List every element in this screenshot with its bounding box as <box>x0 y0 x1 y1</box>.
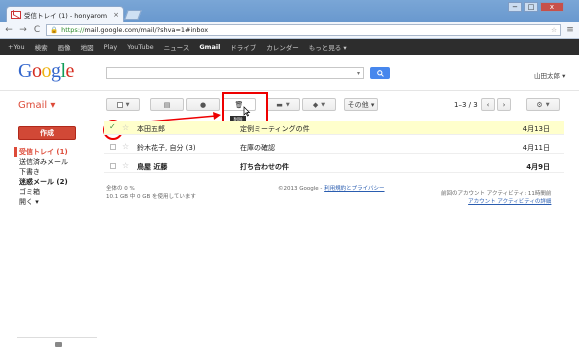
message-sender: 本田五郎 <box>137 125 165 133</box>
chevron-down-icon: ▼ <box>125 101 130 108</box>
message-date: 4月13日 <box>522 125 550 133</box>
chevron-down-icon: ▼ <box>285 101 290 108</box>
gbar-item[interactable]: ニュース <box>164 42 190 52</box>
chat-icon[interactable] <box>55 342 62 347</box>
activity-details-link[interactable]: アカウント アクティビティの詳細 <box>441 197 551 205</box>
storage-usage: 全体の 0 % 10.1 GB 中 0 GB を使用しています <box>106 186 196 200</box>
sidebar-item-inbox[interactable]: 受信トレイ (1) <box>14 147 97 157</box>
star-icon[interactable]: ☆ <box>122 123 129 132</box>
message-row[interactable]: ☆ 鈴木花子, 自分 (3) 在庫の確認 4月11日 <box>104 140 564 154</box>
checkbox-icon <box>116 101 123 108</box>
sidebar-item-more[interactable]: 開く ▾ <box>17 197 97 207</box>
gmail-menu[interactable]: Gmail ▾ <box>18 100 55 111</box>
star-icon[interactable]: ☆ <box>122 161 129 170</box>
more-button[interactable]: その他 ▾ <box>344 98 378 111</box>
gbar-item[interactable]: Play <box>104 43 118 51</box>
menu-icon[interactable]: ≡ <box>565 25 575 35</box>
minimize-button[interactable]: − <box>508 2 522 12</box>
sidebar-item-drafts[interactable]: 下書き <box>17 167 97 177</box>
chevron-down-icon: ▼ <box>321 101 326 108</box>
bookmark-star-icon[interactable]: ☆ <box>551 26 557 34</box>
search-icon <box>376 69 384 77</box>
message-row[interactable]: ✓ ☆ 本田五郎 定例ミーティングの件 4月13日 <box>104 121 564 135</box>
gbar-item[interactable]: カレンダー <box>266 42 299 52</box>
move-to-button[interactable]: ▬ ▼ <box>266 98 300 111</box>
reload-icon[interactable]: C <box>32 25 42 35</box>
url-text: mail.google.com/mail/?shva=1#inbox <box>84 26 209 34</box>
compose-button[interactable]: 作成 <box>18 126 76 140</box>
gmail-favicon-icon <box>11 10 21 19</box>
account-activity: 前回のアカウント アクティビティ: 11時間前 アカウント アクティビティの詳細 <box>441 191 552 205</box>
search-input[interactable]: ▾ <box>106 67 364 79</box>
prev-page-button[interactable]: ‹ <box>481 98 495 111</box>
gbar-item[interactable]: +You <box>8 43 25 51</box>
message-row[interactable]: ☆ 鳥屋 近藤 打ち合わせの件 4月9日 <box>104 159 564 173</box>
close-window-button[interactable]: x <box>540 2 564 12</box>
message-subject: 在庫の確認 <box>240 144 275 152</box>
lock-icon: 🔒 <box>50 26 59 34</box>
sidebar-item-spam[interactable]: 迷惑メール (2) <box>17 177 97 187</box>
tab-title: 受信トレイ (1) - honyarom <box>24 11 108 20</box>
gbar-item[interactable]: Gmail <box>199 43 220 51</box>
chevron-down-icon: ▼ <box>545 101 550 108</box>
gbar-item[interactable]: ドライブ <box>230 42 256 52</box>
gbar-item[interactable]: YouTube <box>127 43 153 51</box>
message-checkbox[interactable] <box>110 163 116 169</box>
terms-privacy-link[interactable]: 利用規約とプライバシー <box>324 186 384 192</box>
gbar-item[interactable]: もっと見る ▾ <box>309 42 347 52</box>
gbar-item[interactable]: 検索 <box>35 42 48 52</box>
message-checkbox[interactable]: ✓ <box>109 123 116 131</box>
window-controls: − □ x <box>508 2 564 12</box>
forward-icon[interactable]: → <box>18 25 28 35</box>
browser-navbar: ← → C 🔒 https://mail.google.com/mail/?sh… <box>0 22 579 39</box>
sidebar-divider <box>17 337 97 338</box>
search-button[interactable] <box>370 67 390 79</box>
new-tab-button[interactable] <box>124 10 142 20</box>
search-options-icon[interactable]: ▾ <box>357 70 360 77</box>
maximize-button[interactable]: □ <box>524 2 538 12</box>
header-divider <box>0 90 579 91</box>
back-icon[interactable]: ← <box>4 25 14 35</box>
label-icon: ◆ <box>312 100 319 109</box>
url-scheme: https:// <box>61 26 85 34</box>
folder-icon: ▬ <box>276 100 283 109</box>
address-bar[interactable]: 🔒 https://mail.google.com/mail/?shva=1#i… <box>46 24 561 36</box>
footer-copyright: ©2013 Google - 利用規約とプライバシー <box>278 186 385 192</box>
tab-close-icon[interactable]: × <box>113 11 119 19</box>
pager-count: 1–3 / 3 <box>454 101 478 109</box>
message-sender: 鳥屋 近藤 <box>137 163 168 171</box>
message-date: 4月11日 <box>522 144 550 152</box>
message-sender: 鈴木花子, 自分 (3) <box>137 144 196 152</box>
next-page-button[interactable]: › <box>497 98 511 111</box>
gear-icon: ⚙ <box>536 100 543 109</box>
message-subject: 打ち合わせの件 <box>240 163 289 171</box>
browser-tab[interactable]: 受信トレイ (1) - honyarom × <box>6 6 124 22</box>
settings-button[interactable]: ⚙ ▼ <box>526 98 560 111</box>
gbar-item[interactable]: 地図 <box>81 42 94 52</box>
labels-button[interactable]: ◆ ▼ <box>302 98 336 111</box>
message-checkbox[interactable] <box>110 144 116 150</box>
gbar-item[interactable]: 画像 <box>58 42 71 52</box>
sidebar-item-trash[interactable]: ゴミ箱 <box>17 187 97 197</box>
message-date: 4月9日 <box>526 163 550 171</box>
message-subject: 定例ミーティングの件 <box>240 125 310 133</box>
google-logo[interactable]: Google <box>18 60 74 83</box>
user-menu[interactable]: 山田太郎 ▾ <box>534 70 565 80</box>
sidebar-nav: 受信トレイ (1) 送信済みメール 下書き 迷惑メール (2) ゴミ箱 開く ▾ <box>14 147 97 207</box>
google-bar: +You 検索 画像 地図 Play YouTube ニュース Gmail ドライブ カレンダーも… <box>0 39 579 55</box>
sidebar-item-sent[interactable]: 送信済みメール <box>17 157 97 167</box>
star-icon[interactable]: ☆ <box>122 142 129 151</box>
